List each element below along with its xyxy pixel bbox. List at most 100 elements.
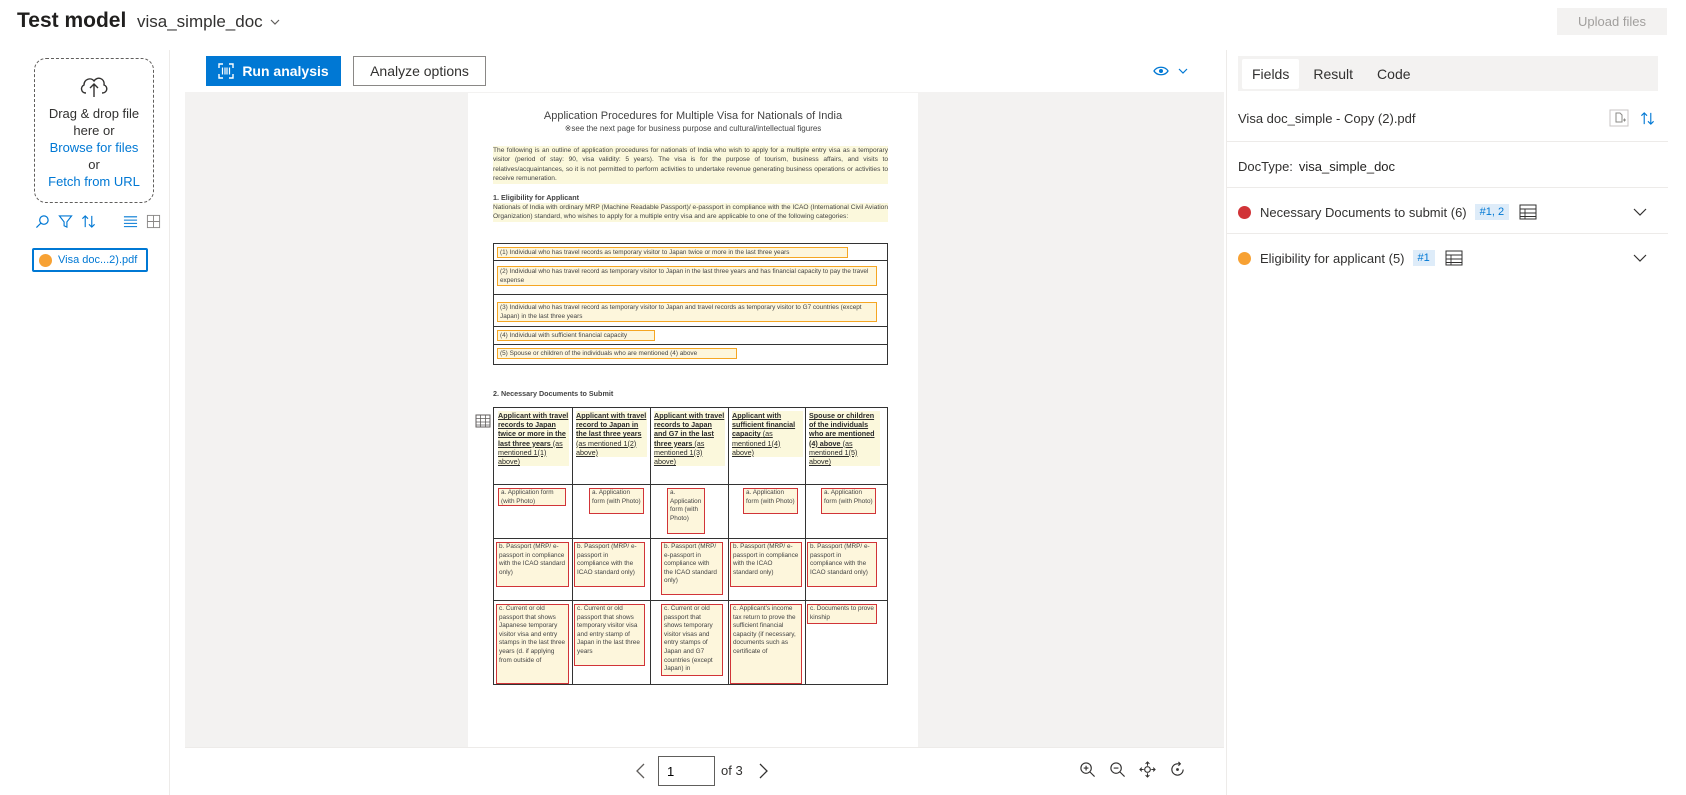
- eligibility-item[interactable]: (5) Spouse or children of the individual…: [497, 348, 737, 359]
- fit-page-icon[interactable]: [1138, 760, 1156, 778]
- file-item-selected[interactable]: Visa doc...2).pdf: [32, 248, 148, 272]
- download-icon[interactable]: [1608, 108, 1630, 128]
- column-header: Spouse or children of the individuals wh…: [809, 411, 880, 467]
- tab-fields[interactable]: Fields: [1242, 58, 1300, 89]
- field-highlight[interactable]: b. Passport (MRP/ e-passport in complian…: [730, 542, 802, 587]
- doctype-label: DocType:: [1238, 159, 1293, 174]
- file-item-label: Visa doc...2).pdf: [58, 254, 138, 266]
- table-divider: [494, 600, 887, 601]
- doc-section-heading: 2. Necessary Documents to Submit: [493, 389, 614, 398]
- table-icon[interactable]: [475, 414, 491, 428]
- eligibility-table: (1) Individual who has travel records as…: [493, 243, 888, 365]
- table-divider: [494, 344, 887, 345]
- grid-view-icon[interactable]: [145, 213, 161, 229]
- run-analysis-button[interactable]: Run analysis: [206, 56, 341, 86]
- field-highlight[interactable]: a. Application form (with Photo): [821, 488, 876, 514]
- eligibility-item[interactable]: (1) Individual who has travel records as…: [497, 247, 848, 258]
- filter-icon[interactable]: [57, 213, 73, 229]
- run-analysis-label: Run analysis: [242, 63, 329, 79]
- field-highlight[interactable]: b. Passport (MRP/ e-passport in complian…: [807, 542, 877, 587]
- eligibility-item[interactable]: (3) Individual who has travel record as …: [497, 302, 877, 322]
- header: Test model visa_simple_doc Upload files: [0, 0, 1686, 46]
- chevron-down-icon[interactable]: [1632, 250, 1648, 266]
- model-name: visa_simple_doc: [137, 12, 263, 31]
- sort-icon[interactable]: [80, 213, 96, 229]
- result-file-row: Visa doc_simple - Copy (2).pdf: [1238, 108, 1658, 128]
- results-tabs: Fields Result Code: [1238, 56, 1658, 91]
- result-file-name: Visa doc_simple - Copy (2).pdf: [1238, 110, 1416, 126]
- zoom-controls: [1078, 760, 1186, 778]
- browse-files-link[interactable]: Browse for files: [35, 139, 153, 156]
- column-header: Applicant with travel record to Japan in…: [576, 411, 647, 458]
- table-divider: [650, 408, 651, 684]
- field-highlight[interactable]: c. Documents to prove kinship: [807, 604, 877, 624]
- field-color-dot: [1238, 205, 1251, 219]
- table-divider: [494, 294, 887, 295]
- table-divider: [494, 326, 887, 327]
- field-highlight[interactable]: c. Current or old passport that shows te…: [574, 604, 645, 666]
- search-icon[interactable]: [34, 213, 50, 229]
- zoom-out-icon[interactable]: [1108, 760, 1126, 778]
- field-color-dot: [1238, 251, 1251, 265]
- zoom-in-icon[interactable]: [1078, 760, 1096, 778]
- eligibility-item[interactable]: (2) Individual who has travel record as …: [497, 266, 877, 286]
- file-dropzone[interactable]: Drag & drop file here or Browse for file…: [34, 58, 154, 203]
- field-highlight[interactable]: a. Application form (with Photo): [589, 488, 644, 514]
- table-icon[interactable]: [1445, 250, 1463, 266]
- fetch-url-link[interactable]: Fetch from URL: [35, 173, 153, 190]
- upload-files-button[interactable]: Upload files: [1557, 8, 1667, 35]
- list-view-icon[interactable]: [122, 213, 138, 229]
- status-dot: [39, 253, 52, 267]
- table-divider: [494, 538, 887, 539]
- model-selector[interactable]: visa_simple_doc: [137, 12, 281, 32]
- field-highlight[interactable]: c. Current or old passport that shows Ja…: [496, 604, 569, 684]
- field-label: Eligibility for applicant (5): [1260, 250, 1405, 266]
- scan-icon: [218, 63, 235, 79]
- field-necessary-documents[interactable]: Necessary Documents to submit (6) #1, 2: [1238, 200, 1658, 224]
- tab-result[interactable]: Result: [1303, 59, 1363, 89]
- chevron-right-icon[interactable]: [755, 762, 771, 780]
- document-viewer: Run analysis Analyze options Application…: [185, 50, 1224, 795]
- chevron-down-icon[interactable]: [1632, 204, 1648, 220]
- field-highlight[interactable]: a. Application form (with Photo): [498, 488, 566, 506]
- visibility-toggle[interactable]: [1153, 62, 1193, 80]
- doctype-value: visa_simple_doc: [1298, 159, 1396, 174]
- page-count: of 3: [721, 763, 743, 778]
- app-root: Test model visa_simple_doc Upload files …: [0, 0, 1686, 795]
- table-divider: [494, 484, 887, 485]
- page-badge[interactable]: #1, 2: [1474, 204, 1510, 220]
- field-highlight[interactable]: c. Applicant's income tax return to prov…: [730, 604, 802, 684]
- chevron-down-icon: [1178, 68, 1188, 74]
- page-badge[interactable]: #1: [1412, 250, 1435, 266]
- document-page: Application Procedures for Multiple Visa…: [468, 93, 918, 748]
- field-highlight[interactable]: b. Passport (MRP/ e-passport in complian…: [661, 542, 723, 595]
- doc-section-heading: 1. Eligibility for Applicant: [493, 193, 579, 202]
- column-title: Applicant with travel record to Japan in…: [576, 411, 647, 439]
- column-title: Applicant with travel records to Japan a…: [654, 411, 725, 448]
- page-title: Test model: [17, 9, 127, 32]
- doctype-row: DocType: visa_simple_doc: [1238, 159, 1395, 174]
- field-highlight[interactable]: b. Passport (MRP/ e-passport in complian…: [574, 542, 645, 587]
- eligibility-item[interactable]: (4) Individual with sufficient financial…: [497, 330, 655, 341]
- page-navigation: of 3: [185, 747, 1224, 795]
- chevron-left-icon[interactable]: [633, 762, 649, 780]
- doc-section-text: Nationals of India with ordinary MRP (Ma…: [493, 203, 888, 222]
- analyze-options-button[interactable]: Analyze options: [353, 56, 486, 86]
- viewer-toolbar: Run analysis Analyze options: [185, 50, 1224, 92]
- divider: [1227, 233, 1668, 234]
- column-header: Applicant with sufficient financial capa…: [732, 411, 803, 458]
- rotate-icon[interactable]: [1168, 760, 1186, 778]
- sort-icon[interactable]: [1636, 108, 1658, 128]
- column-header: Applicant with travel records to Japan a…: [654, 411, 725, 467]
- field-highlight[interactable]: c. Current or old passport that shows te…: [661, 604, 723, 676]
- tab-code[interactable]: Code: [1367, 59, 1420, 89]
- page-number-input[interactable]: [658, 756, 715, 786]
- field-highlight[interactable]: a. Application form (with Photo): [667, 488, 705, 534]
- rail-toolbar: [34, 212, 164, 230]
- field-highlight[interactable]: b. Passport (MRP/ e-passport in complian…: [496, 542, 569, 587]
- field-eligibility[interactable]: Eligibility for applicant (5) #1: [1238, 246, 1658, 270]
- field-highlight[interactable]: a. Application form (with Photo): [743, 488, 798, 514]
- documents-table: Applicant with travel records to Japan t…: [493, 407, 888, 685]
- table-icon[interactable]: [1519, 204, 1537, 220]
- eye-icon: [1153, 66, 1169, 76]
